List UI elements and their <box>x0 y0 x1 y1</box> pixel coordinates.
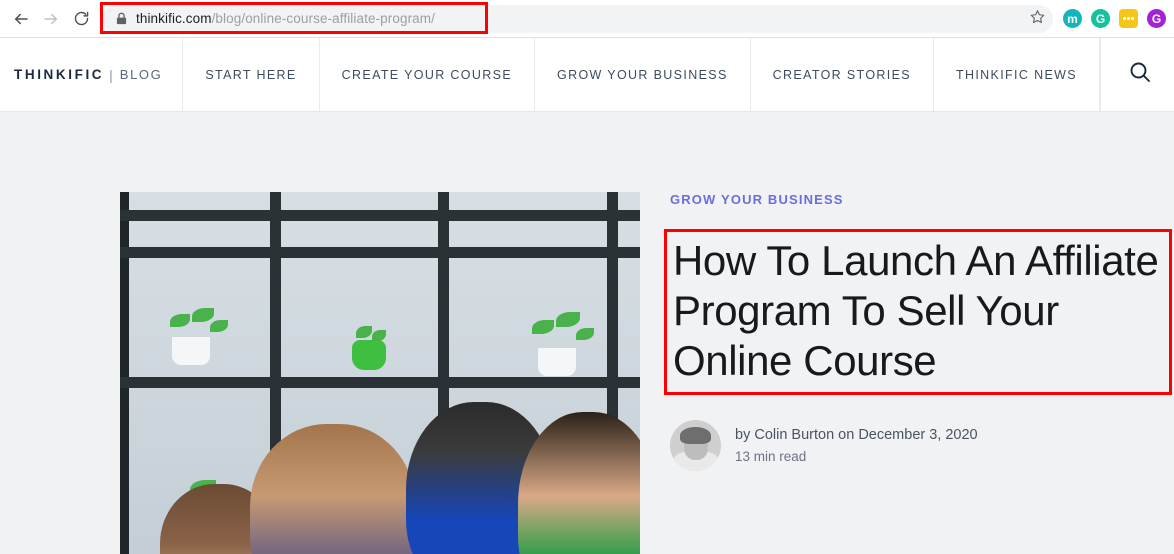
brand-subtitle: BLOG <box>119 67 163 82</box>
nav-start-here[interactable]: START HERE <box>183 38 320 111</box>
hero-mullion-h3 <box>120 377 640 388</box>
extension-icon-m-label: m <box>1067 11 1078 26</box>
url-text: thinkific.com/blog/online-course-affilia… <box>136 11 435 26</box>
brand-name: THINKIFIC <box>14 67 105 82</box>
article-byline: by Colin Burton on December 3, 2020 13 m… <box>670 420 1174 471</box>
nav-grow-your-business[interactable]: GROW YOUR BUSINESS <box>535 38 751 111</box>
search-button[interactable] <box>1101 38 1174 111</box>
article-hero-image <box>120 192 640 554</box>
reload-button[interactable] <box>66 4 96 34</box>
extension-icon-grammarly-label: G <box>1095 11 1106 26</box>
nav-thinkific-news[interactable]: THINKIFIC NEWS <box>934 38 1100 111</box>
forward-arrow-icon <box>42 10 60 28</box>
omnibox[interactable]: thinkific.com/blog/online-course-affilia… <box>102 4 1053 33</box>
nav-create-your-course-label: CREATE YOUR COURSE <box>341 67 513 82</box>
brand-separator: | <box>109 66 113 83</box>
byline-text-block: by Colin Burton on December 3, 2020 13 m… <box>721 425 978 467</box>
nav-start-here-label: START HERE <box>205 67 297 82</box>
site-header: THINKIFIC | BLOG START HERE CREATE YOUR … <box>0 38 1174 112</box>
article-category-label[interactable]: GROW YOUR BUSINESS <box>670 192 1174 207</box>
extension-icons: m G G <box>1057 9 1168 28</box>
hero-mullion-h2 <box>120 247 640 258</box>
extension-icon-g-purple[interactable]: G <box>1147 9 1166 28</box>
byline-author-date: by Colin Burton on December 3, 2020 <box>735 426 978 443</box>
url-host: thinkific.com <box>136 11 212 26</box>
nav-create-your-course[interactable]: CREATE YOUR COURSE <box>320 38 536 111</box>
nav-grow-your-business-label: GROW YOUR BUSINESS <box>557 67 728 82</box>
headline-annotation-box: How To Launch An Affiliate Program To Se… <box>664 229 1172 395</box>
hero-plant-pot-right <box>538 348 576 376</box>
extension-icon-dots[interactable] <box>1119 9 1138 28</box>
reload-icon <box>73 10 90 27</box>
extension-icon-m[interactable]: m <box>1063 9 1082 28</box>
bookmark-star-icon <box>1030 9 1045 29</box>
dots-glyph <box>1123 17 1134 20</box>
back-arrow-icon <box>12 10 30 28</box>
byline-read-time: 13 min read <box>735 448 807 464</box>
brand-logo[interactable]: THINKIFIC | BLOG <box>0 38 184 111</box>
avatar-hair <box>680 427 711 444</box>
extension-icon-g-purple-label: G <box>1151 11 1162 26</box>
nav-creator-stories[interactable]: CREATOR STORIES <box>751 38 934 111</box>
lock-icon <box>116 12 127 25</box>
hero-green-pot-center <box>352 340 386 370</box>
page-body: GROW YOUR BUSINESS How To Launch An Affi… <box>0 112 1174 554</box>
article-hero-section: GROW YOUR BUSINESS How To Launch An Affi… <box>120 192 1174 554</box>
url-path: /blog/online-course-affiliate-program/ <box>211 11 435 26</box>
article-headline: How To Launch An Affiliate Program To Se… <box>673 237 1159 384</box>
bookmark-button[interactable] <box>1025 7 1049 31</box>
article-meta-column: GROW YOUR BUSINESS How To Launch An Affi… <box>640 192 1174 471</box>
search-icon <box>1128 60 1152 89</box>
browser-toolbar: thinkific.com/blog/online-course-affilia… <box>0 0 1174 38</box>
extension-icon-grammarly[interactable]: G <box>1091 9 1110 28</box>
hero-plant-pot-left <box>172 337 210 365</box>
hero-mullion-h1 <box>120 210 640 221</box>
forward-button[interactable] <box>36 4 66 34</box>
nav-creator-stories-label: CREATOR STORIES <box>772 67 911 82</box>
author-avatar <box>670 420 721 471</box>
address-bar[interactable]: thinkific.com/blog/online-course-affilia… <box>102 4 1053 33</box>
nav-thinkific-news-label: THINKIFIC NEWS <box>955 67 1077 82</box>
back-button[interactable] <box>6 4 36 34</box>
